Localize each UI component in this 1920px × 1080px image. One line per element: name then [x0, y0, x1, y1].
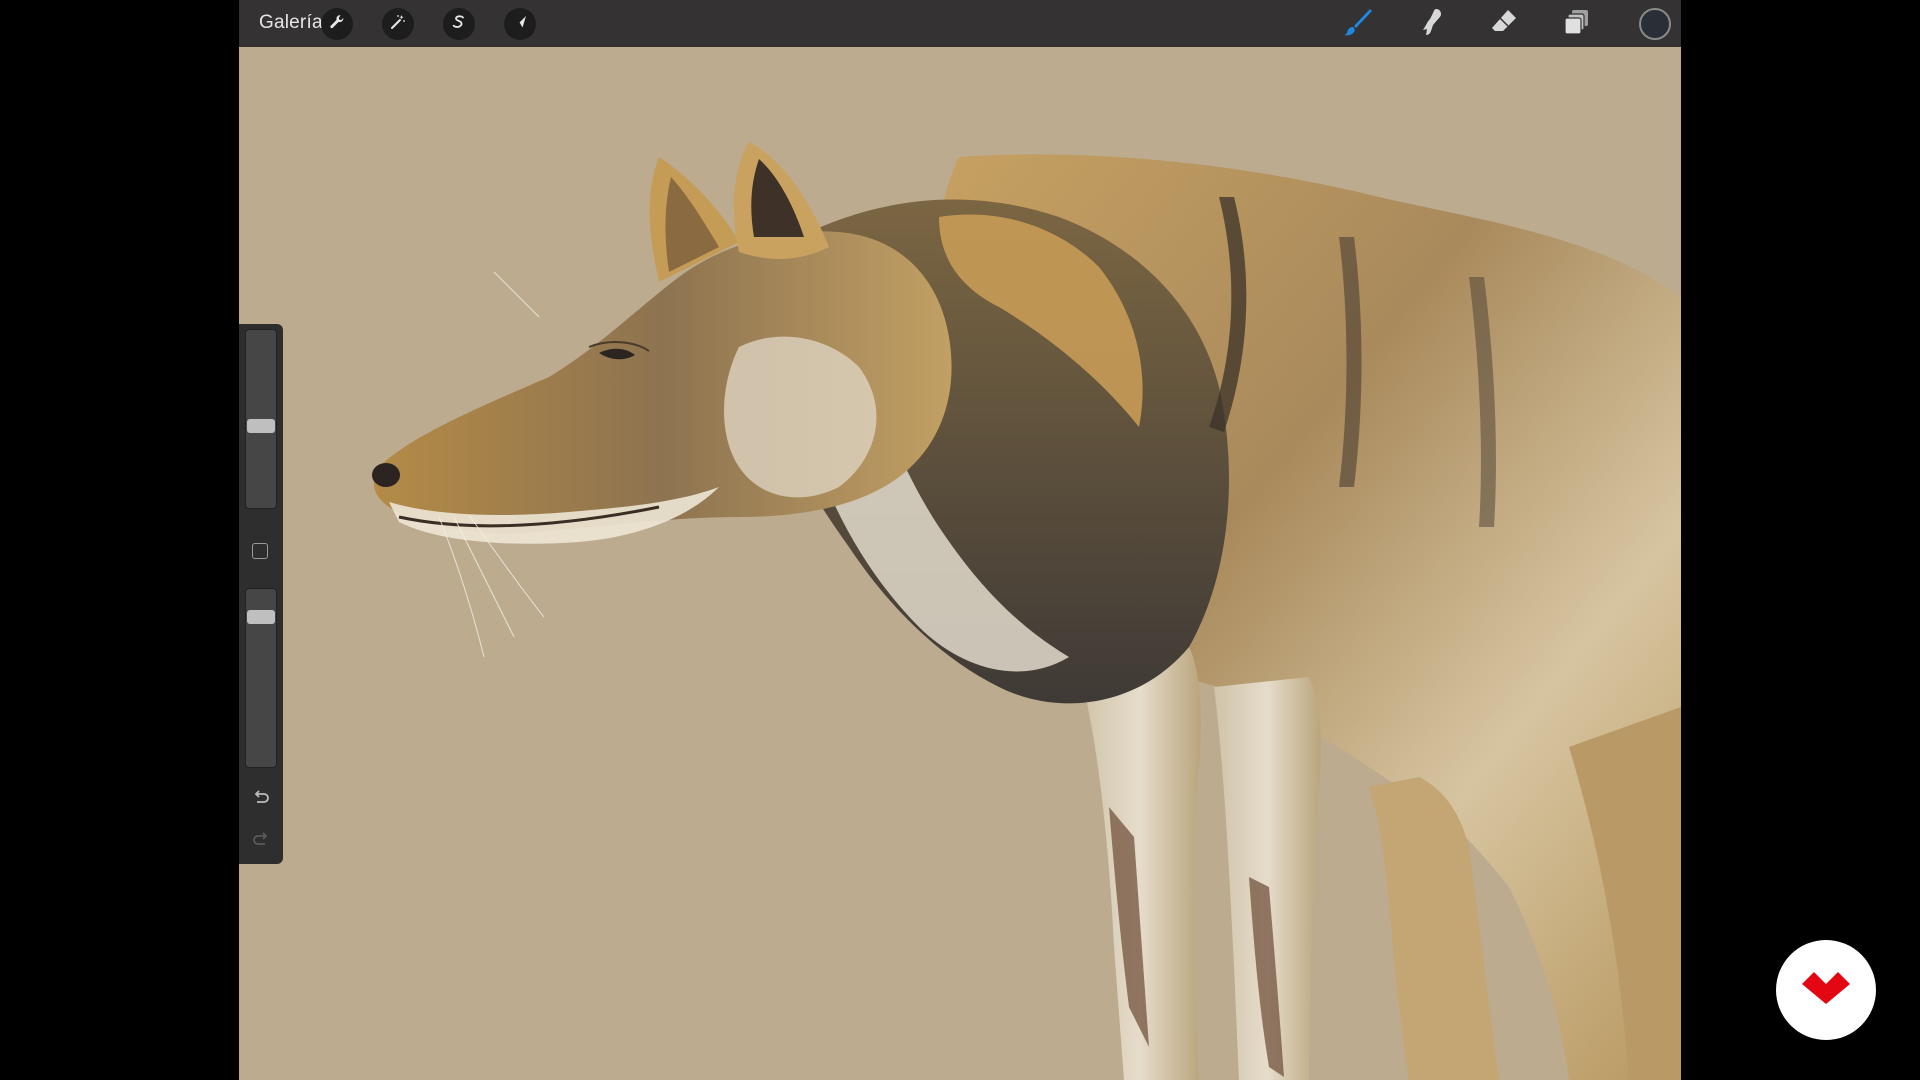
arrow-cursor-icon	[511, 13, 529, 36]
brush-button[interactable]	[1340, 6, 1376, 42]
brush-sidebar	[239, 324, 283, 864]
opacity-thumb[interactable]	[247, 610, 275, 624]
canvas[interactable]	[239, 47, 1681, 1080]
undo-button[interactable]	[249, 788, 273, 812]
top-toolbar: Galería	[239, 0, 1681, 47]
actions-button[interactable]	[321, 8, 353, 40]
wrench-icon	[328, 13, 346, 36]
adjustments-button[interactable]	[382, 8, 414, 40]
layers-button[interactable]	[1559, 6, 1595, 42]
wolf-illustration	[372, 142, 1681, 1080]
redo-icon	[251, 830, 271, 855]
smudge-button[interactable]	[1413, 6, 1449, 42]
selection-button[interactable]	[443, 8, 475, 40]
logo-badge	[1776, 940, 1876, 1040]
undo-icon	[251, 788, 271, 813]
opacity-slider[interactable]	[245, 588, 277, 768]
magic-wand-icon	[389, 13, 407, 36]
redo-button[interactable]	[249, 830, 273, 854]
eraser-button[interactable]	[1486, 6, 1522, 42]
color-picker-button[interactable]	[1639, 8, 1671, 40]
procreate-app: Galería	[239, 0, 1681, 1080]
smudge-finger-icon	[1416, 7, 1446, 42]
eraser-icon	[1489, 7, 1519, 42]
gallery-button[interactable]: Galería	[259, 10, 323, 36]
modify-button[interactable]	[252, 543, 268, 559]
brush-size-thumb[interactable]	[247, 419, 275, 433]
layers-icon	[1562, 7, 1592, 42]
red-logo-icon	[1800, 970, 1852, 1011]
brush-icon	[1342, 6, 1374, 43]
selection-s-icon	[450, 13, 468, 36]
transform-button[interactable]	[504, 8, 536, 40]
brush-size-slider[interactable]	[245, 329, 277, 509]
